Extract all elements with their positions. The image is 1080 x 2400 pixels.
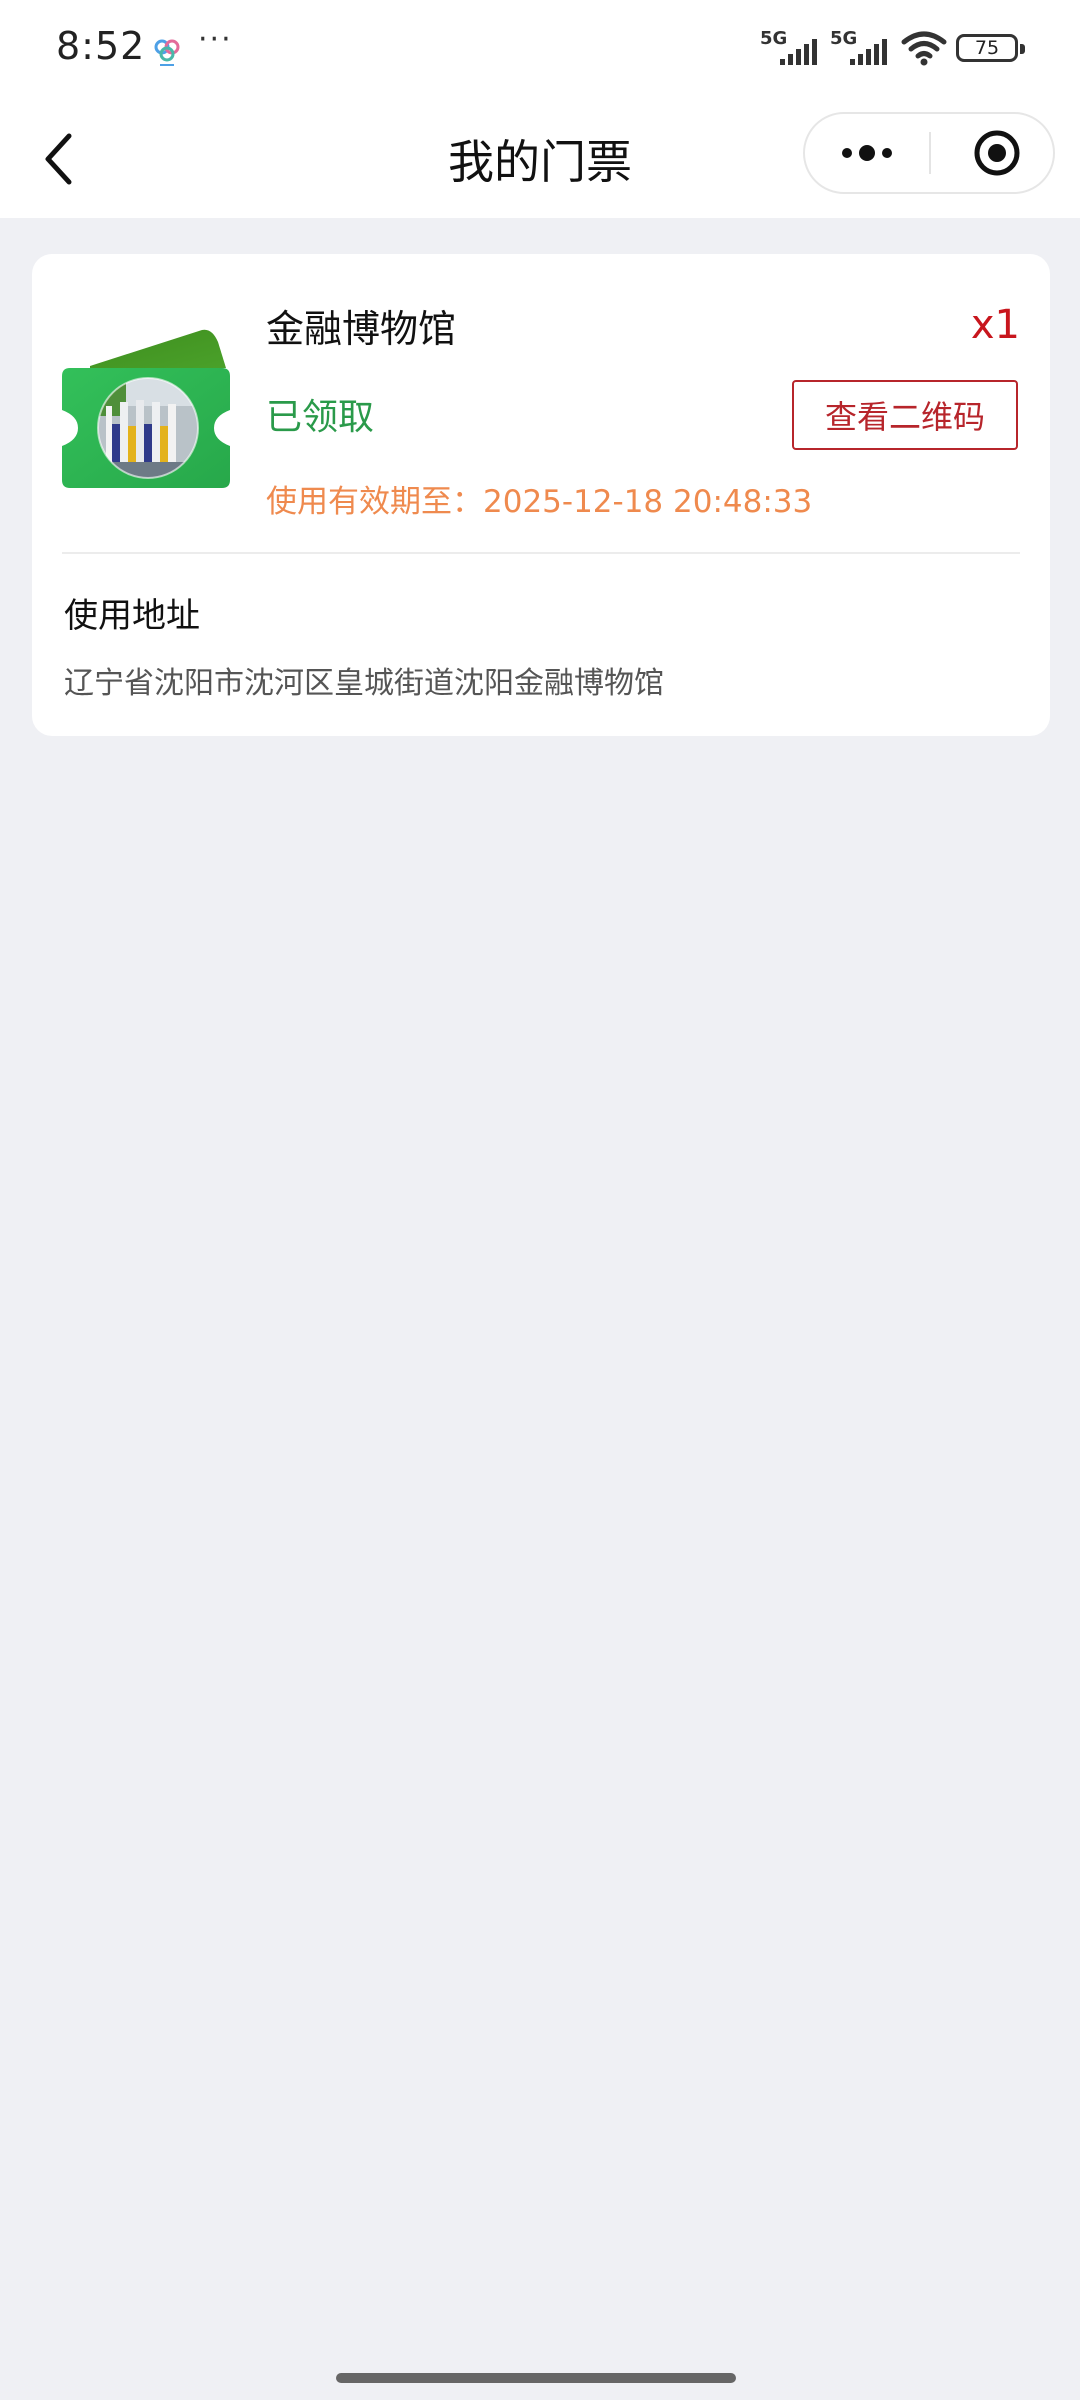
card-divider: [62, 552, 1020, 554]
signal-2-icon: 5G: [830, 28, 892, 68]
back-arrow-icon: [45, 133, 72, 185]
ticket-status: 已领取: [266, 397, 375, 438]
more-dots-icon: [842, 145, 892, 161]
close-button[interactable]: [931, 114, 1055, 192]
nav-bar: 我的门票: [0, 98, 1080, 218]
status-indicators: 5G 5G 75: [760, 28, 1025, 68]
battery-level: 75: [974, 37, 1000, 59]
view-qr-code-button[interactable]: 查看二维码: [792, 380, 1018, 450]
address-value: 辽宁省沈阳市沈河区皇城街道沈阳金融博物馆: [64, 666, 664, 701]
target-close-icon: [974, 130, 1020, 176]
wifi-icon: [900, 28, 948, 68]
more-button[interactable]: [805, 114, 929, 192]
home-indicator[interactable]: [336, 2373, 736, 2383]
ticket-name: 金融博物馆: [266, 307, 457, 351]
status-more-icon: ···: [198, 22, 233, 57]
back-button[interactable]: [36, 124, 106, 194]
ticket-thumbnail: [62, 328, 232, 488]
status-time: 8:52: [56, 24, 146, 68]
battery-icon: 75: [956, 34, 1025, 62]
status-bar: 8:52 ··· 5G 5G 75: [0, 0, 1080, 98]
ticket-quantity: x1: [970, 302, 1020, 348]
mini-program-capsule: [803, 112, 1055, 194]
ticket-validity: 使用有效期至：2025-12-18 20:48:33: [266, 484, 813, 520]
battery-tip: [1020, 44, 1025, 54]
address-label: 使用地址: [64, 596, 200, 636]
signal-1-icon: 5G: [760, 28, 822, 68]
ticket-card: 金融博物馆 x1 已领取 查看二维码 使用有效期至：2025-12-18 20:…: [32, 254, 1050, 736]
cloud-app-icon: [150, 34, 184, 68]
